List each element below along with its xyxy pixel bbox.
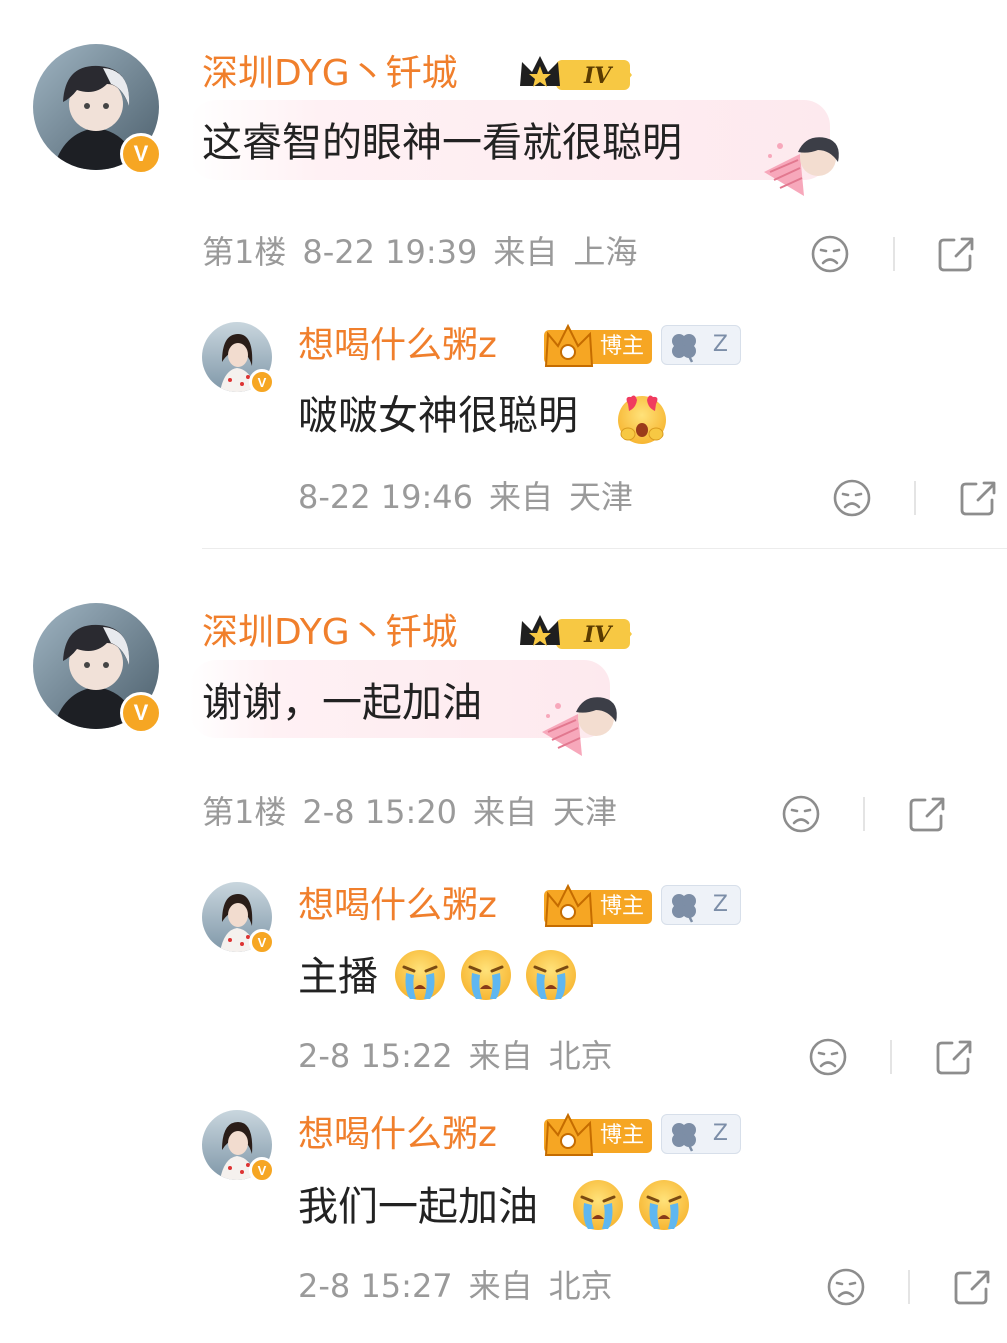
from-label: 来自 [468,1267,533,1305]
username[interactable]: 深圳DYG丶钎城 [202,56,458,92]
crying-emoji-icon [573,1180,623,1230]
time-label: 8-22 19:39 [302,233,478,271]
action-separator [914,481,916,515]
thread-divider [202,548,1007,549]
username[interactable]: 深圳DYG丶钎城 [202,615,458,651]
reply-text: 我们一起加油 [298,1184,538,1230]
action-separator [908,1270,910,1304]
sad-face-icon[interactable] [810,234,850,274]
clover-badge: Z [661,325,741,365]
time-label: 2-8 15:22 [298,1037,453,1075]
sad-face-icon[interactable] [826,1267,866,1307]
username[interactable]: 想喝什么粥z [298,888,497,924]
crown-icon [544,1112,594,1156]
fan-boy-sticker-icon [764,137,839,196]
clover-icon [672,1123,696,1152]
crying-emoji-icon [461,950,511,1000]
share-icon[interactable] [936,234,976,274]
clover-badge-label: Z [712,1121,728,1146]
sad-face-icon[interactable] [781,794,821,834]
share-icon[interactable] [952,1267,992,1307]
reply-meta: 2-8 15:22 来自 北京 [298,1040,629,1072]
reply-meta: 2-8 15:27 来自 北京 [298,1270,629,1302]
username[interactable]: 想喝什么粥z [298,1117,497,1153]
from-label: 来自 [489,478,554,516]
crying-emoji-icon [639,1180,689,1230]
action-separator [893,237,895,271]
time-label: 2-8 15:20 [302,793,458,831]
level-text: IV [583,63,613,89]
clover-badge-label: Z [712,332,728,357]
verified-v-icon: V [120,692,162,734]
sad-face-icon[interactable] [832,478,872,518]
fan-boy-sticker-icon [542,697,617,756]
clover-icon [672,334,696,363]
reply-text: 啵啵女神很聪明 [298,393,578,439]
level-text: IV [583,622,613,648]
crying-emoji-icon [395,950,445,1000]
crown-icon: IV [520,56,632,90]
location-label: 北京 [548,1267,613,1305]
crown-icon: IV [520,615,632,649]
blogger-badge: 博主 [544,323,653,367]
crown-icon [544,323,594,367]
time-label: 2-8 15:27 [298,1267,453,1305]
comment-text: 谢谢，一起加油 [202,680,482,726]
verified-v-icon: V [120,133,162,175]
share-icon[interactable] [934,1037,974,1077]
time-label: 8-22 19:46 [298,478,474,516]
clover-badge: Z [661,885,741,925]
location-label: 天津 [553,793,618,831]
blogger-badge: 博主 [544,883,653,927]
floor-label: 第1楼 [202,233,287,271]
sad-face-icon[interactable] [808,1037,848,1077]
blogger-badge: 博主 [544,1112,653,1156]
location-label: 北京 [548,1037,613,1075]
clover-icon [672,894,696,923]
share-icon[interactable] [958,478,998,518]
comment-text: 这睿智的眼神一看就很聪明 [202,120,682,166]
username[interactable]: 想喝什么粥z [298,328,497,364]
from-label: 来自 [468,1037,533,1075]
comment-meta: 第1楼 8-22 19:39 来自 上海 [202,236,653,268]
verified-v-icon: V [249,1157,275,1183]
from-label: 来自 [493,233,558,271]
crying-emoji-icon [526,950,576,1000]
from-label: 来自 [473,793,538,831]
clover-badge-label: Z [712,892,728,917]
clover-badge: Z [661,1114,741,1154]
crown-icon [544,883,594,927]
floor-label: 第1楼 [202,793,287,831]
location-label: 天津 [569,478,634,516]
verified-v-icon: V [249,369,275,395]
share-icon[interactable] [907,794,947,834]
heart-eyes-emoji-icon [618,395,666,444]
comment-meta: 第1楼 2-8 15:20 来自 天津 [202,796,633,828]
verified-v-icon: V [249,929,275,955]
location-label: 上海 [573,233,638,271]
action-separator [890,1040,892,1074]
action-separator [863,797,865,831]
reply-meta: 8-22 19:46 来自 天津 [298,481,649,513]
reply-text: 主播 [298,954,378,1000]
